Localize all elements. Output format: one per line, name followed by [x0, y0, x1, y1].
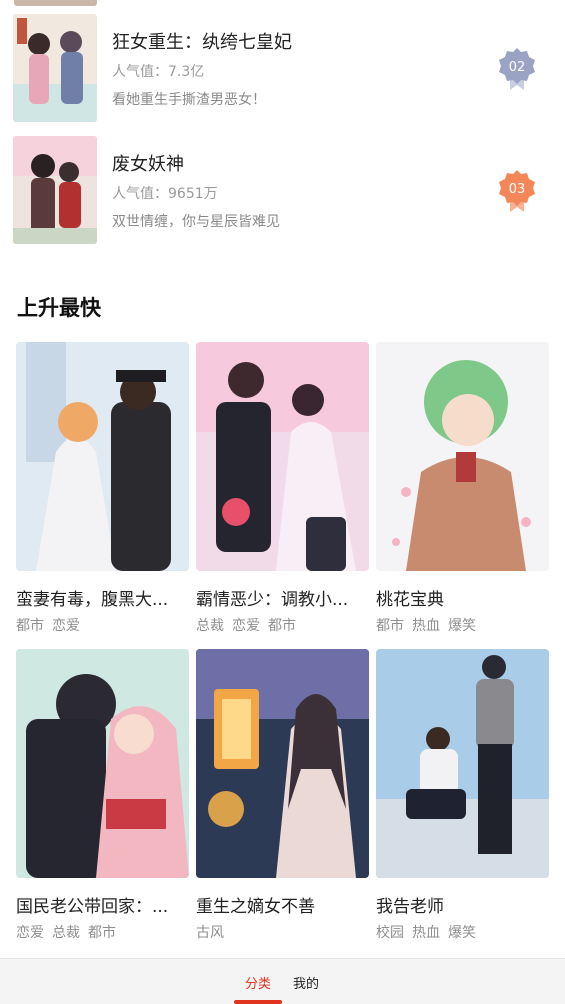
tag: 热血 — [412, 925, 440, 941]
rank-badge: 03 — [498, 169, 536, 213]
comic-title[interactable]: 重生之嫡女不善 — [196, 892, 369, 917]
comic-title[interactable]: 桃花宝典 — [376, 585, 549, 610]
tag: 都市 — [88, 925, 116, 941]
comic-title[interactable]: 国民老公带回家：... — [16, 892, 189, 917]
rank-number: 02 — [509, 60, 526, 75]
comic-tags: 都市 热血 爆笑 — [376, 615, 484, 635]
comic-cover[interactable] — [13, 14, 97, 122]
rank-number: 03 — [509, 182, 526, 197]
rank-badge: 02 — [498, 47, 536, 91]
comic-tags: 古风 — [196, 922, 232, 942]
bottom-nav: 分类 我的 — [0, 958, 565, 1004]
comic-tags: 总裁 恋爱 都市 — [196, 615, 304, 635]
tag: 恋爱 — [52, 618, 80, 634]
comic-title[interactable]: 蛮妻有毒，腹黑大... — [16, 585, 189, 610]
comic-title[interactable]: 废女妖神 — [112, 150, 184, 176]
tag: 校园 — [376, 925, 404, 941]
comic-cover[interactable] — [13, 136, 97, 244]
comic-description: 看她重生手撕渣男恶女！ — [112, 92, 266, 108]
comic-cover[interactable] — [16, 342, 189, 571]
comic-cover[interactable] — [196, 342, 369, 571]
tag: 都市 — [268, 618, 296, 634]
tag: 热血 — [412, 618, 440, 634]
previous-cover-edge — [14, 0, 97, 6]
comic-tags: 校园 热血 爆笑 — [376, 922, 484, 942]
comic-cover[interactable] — [16, 649, 189, 878]
section-title: 上升最快 — [17, 296, 101, 320]
comic-cover[interactable] — [196, 649, 369, 878]
active-tab-indicator — [234, 1000, 282, 1004]
comic-cover[interactable] — [376, 649, 549, 878]
ranking-item[interactable]: 废女妖神 人气值：9651万 双世情缠，你与星辰皆难见 03 — [0, 136, 565, 248]
tag: 恋爱 — [16, 925, 44, 941]
comic-card[interactable]: 蛮妻有毒，腹黑大... 都市 恋爱 — [16, 342, 189, 642]
popularity-value: 人气值：9651万 — [112, 186, 218, 202]
comic-card[interactable]: 国民老公带回家：... 恋爱 总裁 都市 — [16, 649, 189, 949]
comic-title[interactable]: 狂女重生：纨绔七皇妃 — [112, 28, 292, 54]
tag: 爆笑 — [448, 925, 476, 941]
tag: 恋爱 — [232, 618, 260, 634]
tag: 都市 — [376, 618, 404, 634]
tag: 都市 — [16, 618, 44, 634]
comic-tags: 恋爱 总裁 都市 — [16, 922, 124, 942]
comic-card[interactable]: 我告老师 校园 热血 爆笑 — [376, 649, 549, 949]
comic-card[interactable]: 重生之嫡女不善 古风 — [196, 649, 369, 949]
comic-card[interactable]: 桃花宝典 都市 热血 爆笑 — [376, 342, 549, 642]
popularity-value: 人气值：7.3亿 — [112, 64, 205, 80]
ranking-item[interactable]: 狂女重生：纨绔七皇妃 人气值：7.3亿 看她重生手撕渣男恶女！ 02 — [0, 14, 565, 126]
tab-category[interactable]: 分类 — [245, 973, 271, 992]
tag: 总裁 — [196, 618, 224, 634]
comic-cover[interactable] — [376, 342, 549, 571]
comic-card[interactable]: 霸情恶少：调教小... 总裁 恋爱 都市 — [196, 342, 369, 642]
comic-tags: 都市 恋爱 — [16, 615, 88, 635]
tab-mine[interactable]: 我的 — [293, 973, 319, 992]
tag: 爆笑 — [448, 618, 476, 634]
comic-title[interactable]: 我告老师 — [376, 892, 549, 917]
comic-description: 双世情缠，你与星辰皆难见 — [112, 214, 280, 230]
comic-title[interactable]: 霸情恶少：调教小... — [196, 585, 369, 610]
tag: 古风 — [196, 925, 224, 941]
tag: 总裁 — [52, 925, 80, 941]
